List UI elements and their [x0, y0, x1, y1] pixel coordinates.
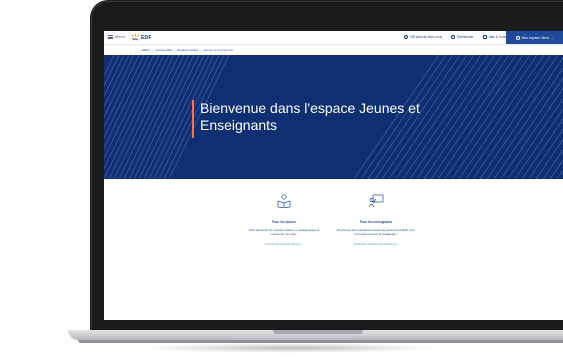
- hero-pattern-line: [133, 55, 195, 179]
- teacher-board-icon: [368, 194, 384, 208]
- laptop-notch: [273, 330, 363, 334]
- nav-link-label: Rechercher: [457, 35, 474, 39]
- card-link[interactable]: Découvrir l'espace Enseignants ›: [336, 242, 416, 246]
- hero-pattern-line: [128, 55, 190, 179]
- laptop: Menu EDF 100 pros de chez vous Recherche…: [68, 0, 563, 350]
- nav-link-search[interactable]: Rechercher: [451, 35, 474, 39]
- hero-pattern-line: [104, 55, 165, 179]
- location-icon: [404, 35, 408, 39]
- hero-pattern-line: [556, 169, 563, 179]
- logo-text: EDF: [141, 34, 152, 41]
- mail-icon: [482, 35, 487, 39]
- child-reading-icon: [277, 194, 291, 209]
- chevron-down-icon: ⌄: [550, 35, 554, 40]
- hero-pattern-line: [465, 55, 552, 179]
- breadcrumb-separator: ›: [200, 48, 202, 52]
- card-link-label: Découvrir l'espace Jeunes: [265, 242, 301, 246]
- hero-pattern-line: [507, 98, 563, 179]
- search-icon: [451, 35, 456, 39]
- hero-banner: Bienvenue dans l'espace Jeunes et Enseig…: [104, 55, 563, 179]
- hero-pattern-line: [113, 55, 175, 179]
- card-description: Retrouvez dès maintenant toutes les ress…: [337, 228, 415, 236]
- hero-pattern-line: [451, 55, 538, 179]
- nav-link-local-pros[interactable]: 100 pros de chez vous: [404, 35, 442, 39]
- breadcrumb-link[interactable]: Espaces dédiés: [177, 48, 198, 52]
- hero-pattern-line: [143, 55, 205, 179]
- hero-pattern-line: [104, 55, 150, 149]
- hero-pattern-line: [486, 67, 563, 179]
- edf-sun-icon: [131, 33, 140, 41]
- user-icon: [515, 35, 520, 40]
- card-link-label: Découvrir l'espace Enseignants: [354, 242, 397, 246]
- account-label: Mon espace client: [521, 35, 549, 40]
- hero-pattern-line: [472, 55, 559, 179]
- card-title: Pour les enseignants: [359, 220, 393, 224]
- arrow-right-icon: ›: [396, 242, 398, 246]
- laptop-base: [68, 330, 563, 340]
- hero-accent-bar: [192, 100, 194, 138]
- breadcrumb-current: Jeunes & enseignants: [203, 48, 233, 52]
- card-link[interactable]: Découvrir l'espace Jeunes ›: [244, 242, 324, 246]
- breadcrumb-link[interactable]: Groupe EDF: [155, 48, 172, 52]
- hero-pattern-line: [104, 55, 120, 87]
- hero-pattern-line: [458, 55, 545, 179]
- top-navigation: Menu EDF 100 pros de chez vous Recherche…: [104, 31, 563, 45]
- hero-pattern-line: [528, 128, 563, 179]
- card-title: Pour les jeunes: [272, 220, 296, 224]
- utility-links: 100 pros de chez vous Rechercher Aide & …: [404, 35, 510, 39]
- hero-pattern-line: [138, 55, 200, 179]
- laptop-base-edge: [78, 340, 563, 343]
- breadcrumb-separator: ›: [152, 48, 154, 52]
- menu-label: Menu: [115, 34, 126, 39]
- hero-pattern-line: [521, 118, 563, 179]
- customer-account-button[interactable]: Mon espace client ⌄: [506, 31, 563, 44]
- breadcrumb-link[interactable]: EDF.fr: [142, 48, 150, 52]
- card-teachers: Pour les enseignants Retrouvez dès maint…: [336, 194, 416, 246]
- card-description: Pour découvrir de manière ludique et péd…: [248, 228, 320, 236]
- menu-button[interactable]: Menu: [108, 34, 125, 39]
- hero-pattern-line: [493, 77, 563, 179]
- edf-logo[interactable]: EDF: [131, 33, 152, 42]
- nav-link-label: 100 pros de chez vous: [410, 35, 443, 39]
- hero-pattern-line: [123, 55, 185, 179]
- breadcrumb-separator: ›: [174, 48, 176, 52]
- card-youth: Pour les jeunes Pour découvrir de manièr…: [244, 194, 324, 246]
- arrow-right-icon: ›: [301, 242, 303, 246]
- hero-pattern-line: [118, 55, 180, 179]
- laptop-screen: Menu EDF 100 pros de chez vous Recherche…: [104, 31, 563, 320]
- hero-pattern-line: [542, 149, 563, 179]
- hero-pattern-line: [108, 55, 170, 179]
- hero-pattern-line: [104, 55, 160, 170]
- page-title: Bienvenue dans l'espace Jeunes et Enseig…: [200, 100, 420, 133]
- hamburger-icon: [108, 34, 113, 39]
- breadcrumb: EDF.fr › Groupe EDF › Espaces dédiés › J…: [142, 48, 233, 52]
